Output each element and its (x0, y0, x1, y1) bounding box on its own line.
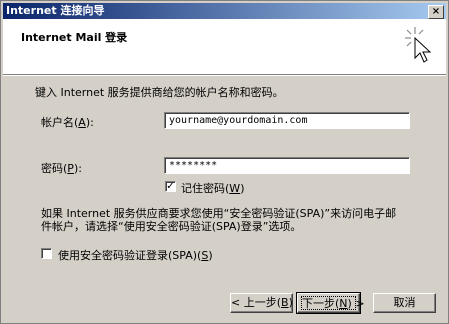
password-label: 密码(P): (41, 162, 82, 175)
window-title: Internet 连接向导 (6, 4, 105, 17)
wizard-cursor-icon (405, 27, 432, 63)
intro-text: 键入 Internet 服务提供商给您的帐户名称和密码。 (35, 86, 284, 99)
remember-password-label[interactable]: 记住密码(W) (181, 180, 244, 196)
spa-note-line2: 件帐户，请选择“使用安全密码验证(SPA)登录”选项。 (41, 220, 302, 233)
back-button[interactable]: < 上一步(B) (230, 293, 293, 313)
title-bar: Internet 连接向导 × (3, 3, 446, 19)
focus-rect: 下一步(N) > (301, 296, 365, 310)
header-separator (3, 74, 446, 76)
remember-password-checkbox[interactable]: ✓ (165, 181, 176, 192)
close-icon: × (431, 6, 441, 17)
spa-checkbox[interactable] (41, 248, 52, 259)
spa-checkbox-label[interactable]: 使用安全密码验证登录(SPA)(S) (58, 247, 213, 263)
account-name-input[interactable]: yourname@yourdomain.com (164, 112, 410, 129)
page-title: Internet Mail 登录 (21, 31, 128, 44)
account-label: 帐户名(A): (41, 116, 94, 129)
password-input[interactable]: ******** (164, 157, 410, 174)
checkmark-icon: ✓ (166, 181, 175, 192)
cancel-button[interactable]: 取消 (373, 293, 436, 313)
close-button[interactable]: × (428, 5, 444, 19)
wizard-window: Internet 连接向导 × Internet Mail 登录 键入 Inte… (0, 0, 449, 324)
next-button[interactable]: 下一步(N) > (296, 292, 365, 314)
wizard-header: Internet Mail 登录 (3, 19, 446, 74)
